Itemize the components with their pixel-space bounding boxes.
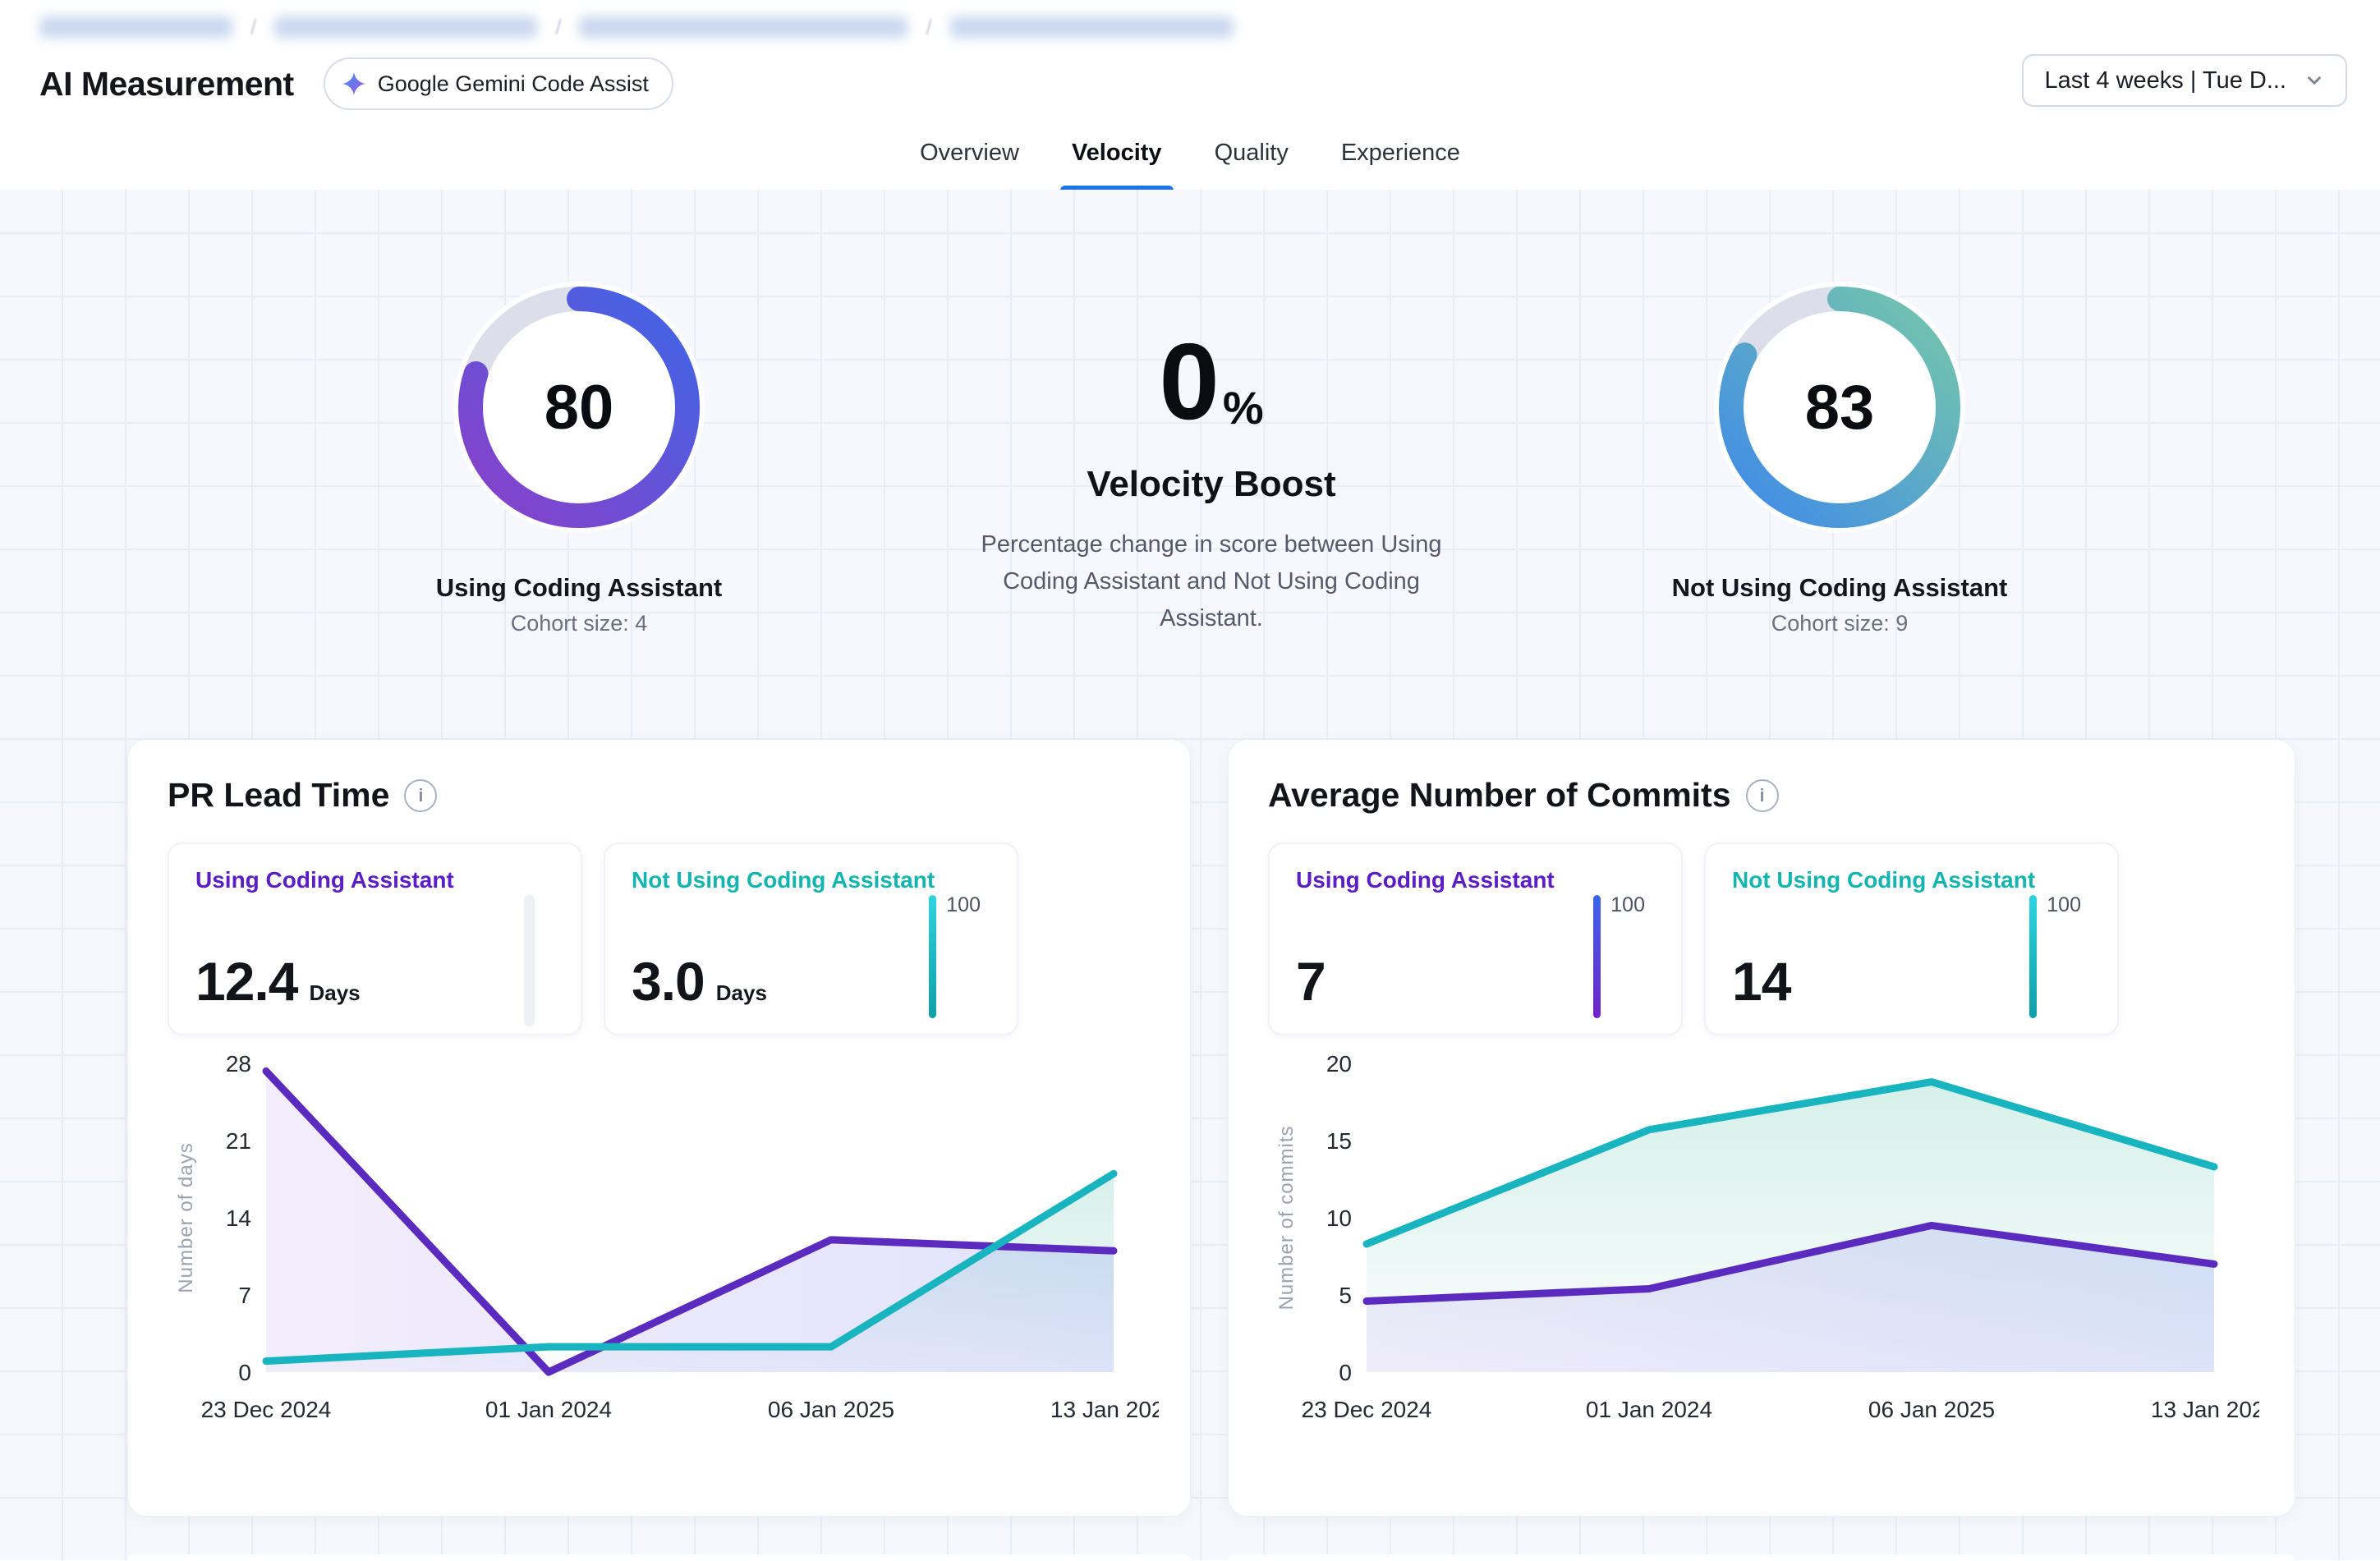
- stat-value: 3.0: [632, 950, 705, 1012]
- boost-unit: %: [1223, 385, 1264, 436]
- avg-commits-chart: 0 5 10 15 20 23 Dec 2024 01 Jan 2024 06 Jan 202…: [1268, 1050, 2255, 1440]
- svg-text:06 Jan 2025: 06 Jan 2025: [768, 1397, 894, 1422]
- app-header: / / / AI Measurement Google Gemini Code …: [0, 0, 2380, 117]
- breadcrumb-segment[interactable]: [950, 16, 1234, 38]
- stat-card-using: Using Coding Assistant 7 100: [1268, 842, 1683, 1035]
- area-chart: 0 5 10 15 20 23 Dec 2024 01 Jan 2024 06 Jan 202…: [1268, 1050, 2259, 1436]
- tab-experience[interactable]: Experience: [1341, 117, 1460, 190]
- date-range-select[interactable]: Last 4 weeks | Tue D...: [2022, 54, 2347, 107]
- svg-text:15: 15: [1326, 1128, 1352, 1154]
- svg-text:13 Jan 2025: 13 Jan 2025: [2151, 1397, 2259, 1422]
- gauge-value: 80: [439, 268, 719, 547]
- svg-text:0: 0: [1339, 1360, 1352, 1385]
- boost-description: Percentage change in score between Using…: [957, 526, 1466, 637]
- minibar-max-label: 100: [2047, 895, 2081, 916]
- pr-lead-time-card: PR Lead Time i Using Coding Assistant 12…: [127, 739, 1191, 1517]
- svg-text:20: 20: [1326, 1051, 1352, 1077]
- tab-bar: Overview Velocity Quality Experience: [0, 117, 2380, 191]
- tab-velocity[interactable]: Velocity: [1072, 117, 1162, 190]
- boost-title: Velocity Boost: [949, 464, 1474, 505]
- breadcrumb-segment[interactable]: [579, 16, 907, 38]
- svg-text:01 Jan 2024: 01 Jan 2024: [1586, 1397, 1712, 1422]
- gauge-label: Not Using Coding Assistant: [1585, 573, 2094, 603]
- using-assistant-gauge-block: 80 Using Coding Assistant Cohort size: 4: [324, 268, 834, 636]
- tab-overview[interactable]: Overview: [920, 117, 1019, 190]
- minibar: 100: [929, 895, 981, 1018]
- area-chart: 0 7 14 21 28 23 Dec 2024 01 Jan 2024 06 Jan 202…: [168, 1050, 1159, 1436]
- svg-text:10: 10: [1326, 1205, 1352, 1231]
- svg-text:14: 14: [226, 1205, 251, 1231]
- minibar-max-label: 100: [946, 895, 981, 916]
- stat-card-using: Using Coding Assistant 12.4 Days: [168, 842, 582, 1035]
- stat-value: 14: [1732, 950, 1790, 1012]
- stat-card-not-using: Not Using Coding Assistant 14 100: [1704, 842, 2119, 1035]
- gemini-spark-icon: [342, 71, 366, 96]
- gemini-badge[interactable]: Google Gemini Code Assist: [324, 57, 673, 110]
- breadcrumb-segment[interactable]: [39, 16, 232, 38]
- svg-text:28: 28: [226, 1051, 251, 1077]
- stat-label: Not Using Coding Assistant: [632, 867, 990, 893]
- breadcrumb-separator: /: [926, 15, 931, 40]
- stat-label: Using Coding Assistant: [1296, 867, 1655, 893]
- minibar: [524, 895, 544, 1026]
- pr-lead-time-chart: 0 7 14 21 28 23 Dec 2024 01 Jan 2024 06 Jan 202…: [168, 1050, 1151, 1440]
- breadcrumb-separator: /: [555, 15, 561, 40]
- breadcrumb-separator: /: [250, 15, 256, 40]
- gauge-label: Using Coding Assistant: [324, 573, 834, 603]
- date-range-value: Last 4 weeks | Tue D...: [2045, 67, 2286, 94]
- svg-text:21: 21: [226, 1128, 251, 1154]
- minibar-max-label: 100: [1610, 895, 1645, 916]
- boost-value: 0: [1159, 328, 1219, 436]
- svg-text:0: 0: [238, 1360, 251, 1385]
- stat-value: 7: [1296, 950, 1326, 1012]
- gauge-value: 83: [1700, 268, 1979, 547]
- not-using-assistant-gauge-block: 83 Not Using Coding Assistant Cohort siz…: [1585, 268, 2094, 636]
- svg-text:13 Jan 2025: 13 Jan 2025: [1050, 1397, 1159, 1422]
- svg-text:06 Jan 2025: 06 Jan 2025: [1868, 1397, 1995, 1422]
- breadcrumb: / / /: [39, 13, 1234, 41]
- info-icon[interactable]: i: [1746, 779, 1779, 812]
- svg-text:23 Dec 2024: 23 Dec 2024: [201, 1397, 332, 1422]
- svg-text:Number of days: Number of days: [175, 1142, 197, 1292]
- stat-label: Using Coding Assistant: [195, 867, 554, 893]
- svg-text:5: 5: [1339, 1283, 1352, 1308]
- velocity-boost-block: 0 % Velocity Boost Percentage change in …: [949, 328, 1474, 637]
- tab-quality[interactable]: Quality: [1215, 117, 1289, 190]
- svg-text:01 Jan 2024: 01 Jan 2024: [485, 1397, 612, 1422]
- svg-text:Number of commits: Number of commits: [1275, 1125, 1298, 1310]
- card-title: Average Number of Commits: [1268, 776, 1731, 815]
- cohort-size: Cohort size: 4: [324, 611, 834, 636]
- info-icon[interactable]: i: [404, 779, 437, 812]
- svg-text:23 Dec 2024: 23 Dec 2024: [1302, 1397, 1432, 1422]
- stat-unit: Days: [309, 980, 360, 1006]
- page-title: AI Measurement: [39, 65, 294, 103]
- breadcrumb-segment[interactable]: [274, 16, 537, 38]
- gemini-badge-label: Google Gemini Code Assist: [378, 71, 649, 97]
- avg-commits-card: Average Number of Commits i Using Coding…: [1228, 739, 2295, 1517]
- stat-label: Not Using Coding Assistant: [1732, 867, 2091, 893]
- dashboard-content: 80 Using Coding Assistant Cohort size: 4…: [0, 190, 2380, 1560]
- cohort-size: Cohort size: 9: [1585, 611, 2094, 636]
- minibar: 100: [2029, 895, 2081, 1018]
- svg-text:7: 7: [238, 1283, 251, 1308]
- stat-unit: Days: [716, 980, 767, 1006]
- stat-card-not-using: Not Using Coding Assistant 3.0 Days 100: [604, 842, 1018, 1035]
- minibar: 100: [1593, 895, 1645, 1018]
- chevron-down-icon: [2303, 69, 2326, 92]
- stat-value: 12.4: [195, 950, 297, 1012]
- card-title: PR Lead Time: [168, 776, 389, 815]
